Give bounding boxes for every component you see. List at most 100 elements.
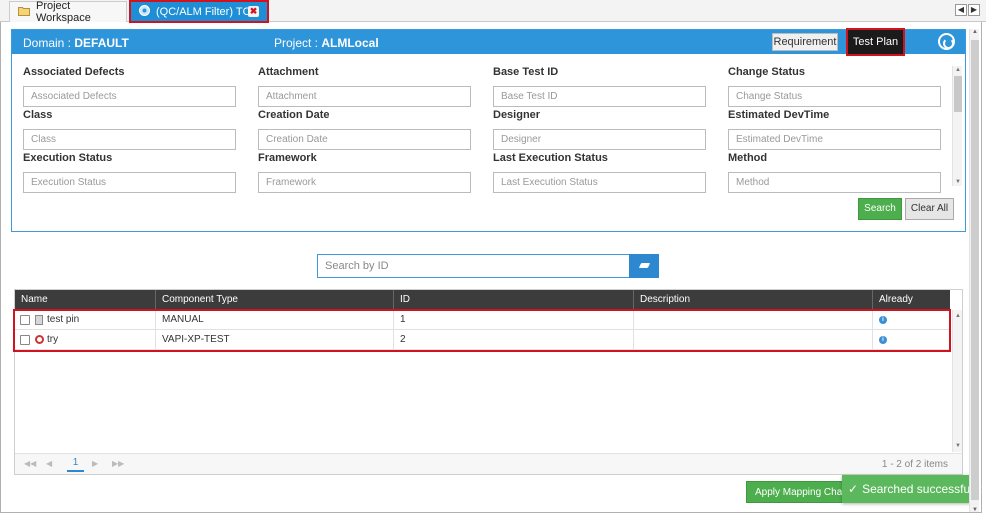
scroll-down-icon[interactable]: ▼ xyxy=(953,178,963,186)
requirement-button[interactable]: Requirement xyxy=(772,33,838,51)
scroll-up-icon[interactable]: ▲ xyxy=(970,29,980,35)
tab-label: (QC/ALM Filter) TC1 xyxy=(156,5,257,18)
frame-bottom-edge xyxy=(0,512,982,513)
filter-scrollbar[interactable]: ▲ ▼ xyxy=(952,66,962,186)
eraser-icon[interactable] xyxy=(629,254,659,278)
cell-name: test pin xyxy=(15,310,156,330)
scroll-left-icon[interactable]: ◀ xyxy=(955,4,967,16)
test-plan-button[interactable]: Test Plan xyxy=(846,28,905,56)
vapi-test-icon xyxy=(35,335,44,344)
domain-value: DEFAULT xyxy=(74,36,129,50)
filter-tab-icon xyxy=(139,4,150,19)
main-scrollbar[interactable]: ▲ ▼ xyxy=(969,29,979,513)
filter-field: Framework xyxy=(258,152,471,193)
info-icon[interactable]: i xyxy=(879,316,887,324)
results-table: Name Component Type ID Description Alrea… xyxy=(14,289,963,475)
filter-field-label: Class xyxy=(23,109,53,121)
filter-field: Execution Status xyxy=(23,152,236,193)
refresh-icon[interactable] xyxy=(938,33,955,50)
column-header-id[interactable]: ID xyxy=(394,290,634,310)
cell-name: try xyxy=(15,330,156,350)
filter-field-label: Last Execution Status xyxy=(493,152,608,164)
column-header-description[interactable]: Description xyxy=(634,290,873,310)
filter-field-label: Execution Status xyxy=(23,152,113,164)
close-tab-icon[interactable]: ✖ xyxy=(248,6,259,17)
cell-already-mapped: i xyxy=(873,330,950,350)
cell-id: 2 xyxy=(394,330,634,350)
filter-field: Creation Date xyxy=(258,109,471,150)
check-icon: ✓ xyxy=(848,482,859,496)
filter-field: Designer xyxy=(493,109,706,150)
filter-field-input[interactable] xyxy=(258,86,471,107)
filter-field-label: Associated Defects xyxy=(23,66,125,78)
filter-field-input[interactable] xyxy=(23,86,236,107)
filter-field-label: Creation Date xyxy=(258,109,330,121)
toast-text: Searched successfully. xyxy=(862,482,984,496)
apply-mapping-changes-button[interactable]: Apply Mapping Changes xyxy=(746,481,848,503)
filter-field: Base Test ID xyxy=(493,66,706,107)
scroll-up-icon[interactable]: ▲ xyxy=(953,66,963,74)
filter-field: Associated Defects xyxy=(23,66,236,107)
success-toast: ✓ Searched successfully. xyxy=(842,475,984,503)
table-scrollbar[interactable]: ▲ ▼ xyxy=(952,310,962,452)
filter-field-label: Base Test ID xyxy=(493,66,559,78)
filter-field: Last Execution Status xyxy=(493,152,706,193)
filter-field-input[interactable] xyxy=(23,172,236,193)
tab-project-workspace[interactable]: Project Workspace xyxy=(9,0,127,24)
tab-strip: Project Workspace (QC/ALM Filter) TC1 ✖ … xyxy=(0,0,986,24)
filter-field-label: Estimated DevTime xyxy=(728,109,830,121)
filter-field-input[interactable] xyxy=(23,129,236,150)
pagination: ◀◀ ◀ 1 ▶ ▶▶ 1 - 2 of 2 items xyxy=(15,453,962,474)
row-checkbox[interactable] xyxy=(20,315,30,325)
column-header-already-mapped[interactable]: Already Mapped xyxy=(873,290,950,325)
search-button[interactable]: Search xyxy=(858,198,902,220)
project-info: Project : ALMLocal xyxy=(274,36,379,50)
scroll-right-icon[interactable]: ▶ xyxy=(968,4,980,16)
cell-description xyxy=(634,310,873,330)
row-checkbox[interactable] xyxy=(20,335,30,345)
next-page-icon[interactable]: ▶ xyxy=(92,459,98,468)
clear-all-button[interactable]: Clear All xyxy=(905,198,954,220)
filter-field-input[interactable] xyxy=(493,172,706,193)
table-header: Name Component Type ID Description Alrea… xyxy=(15,290,950,325)
filter-field-input[interactable] xyxy=(258,172,471,193)
filter-field-input[interactable] xyxy=(728,129,941,150)
cell-description xyxy=(634,330,873,350)
filter-field-input[interactable] xyxy=(493,129,706,150)
folder-icon xyxy=(18,6,30,19)
info-icon[interactable]: i xyxy=(879,336,887,344)
filter-field-input[interactable] xyxy=(728,86,941,107)
scrollbar-thumb[interactable] xyxy=(954,76,962,112)
scroll-up-icon[interactable]: ▲ xyxy=(953,312,963,320)
cell-component-type: VAPI-XP-TEST xyxy=(156,330,394,350)
cell-already-mapped: i xyxy=(873,310,950,330)
column-header-name[interactable]: Name xyxy=(15,290,156,310)
cell-id: 1 xyxy=(394,310,634,330)
filter-field-input[interactable] xyxy=(493,86,706,107)
filter-field-label: Attachment xyxy=(258,66,319,78)
filter-panel: Domain : DEFAULT Project : ALMLocal Requ… xyxy=(11,28,966,232)
items-count: 1 - 2 of 2 items xyxy=(881,459,948,470)
tab-qc-alm-filter[interactable]: (QC/ALM Filter) TC1 ✖ xyxy=(129,0,269,23)
scroll-down-icon[interactable]: ▼ xyxy=(953,442,963,450)
filter-field-label: Framework xyxy=(258,152,317,164)
column-header-component-type[interactable]: Component Type xyxy=(156,290,394,310)
scrollbar-thumb[interactable] xyxy=(971,40,979,500)
first-page-icon[interactable]: ◀◀ xyxy=(24,459,36,468)
filter-field-label: Change Status xyxy=(728,66,806,78)
current-page[interactable]: 1 xyxy=(67,456,84,472)
filter-field-input[interactable] xyxy=(258,129,471,150)
prev-page-icon[interactable]: ◀ xyxy=(46,459,52,468)
document-icon xyxy=(35,315,43,325)
cell-component-type: MANUAL xyxy=(156,310,394,330)
filter-field-label: Method xyxy=(728,152,768,164)
filter-field-input[interactable] xyxy=(728,172,941,193)
tab-label: Project Workspace xyxy=(36,0,91,24)
table-row[interactable]: test pin MANUAL 1 i xyxy=(15,310,950,330)
last-page-icon[interactable]: ▶▶ xyxy=(112,459,124,468)
project-value: ALMLocal xyxy=(321,36,379,50)
domain-info: Domain : DEFAULT xyxy=(23,36,129,50)
table-row[interactable]: try VAPI-XP-TEST 2 i xyxy=(15,330,950,350)
search-by-id-input[interactable] xyxy=(317,254,630,278)
filter-field-label: Designer xyxy=(493,109,541,121)
